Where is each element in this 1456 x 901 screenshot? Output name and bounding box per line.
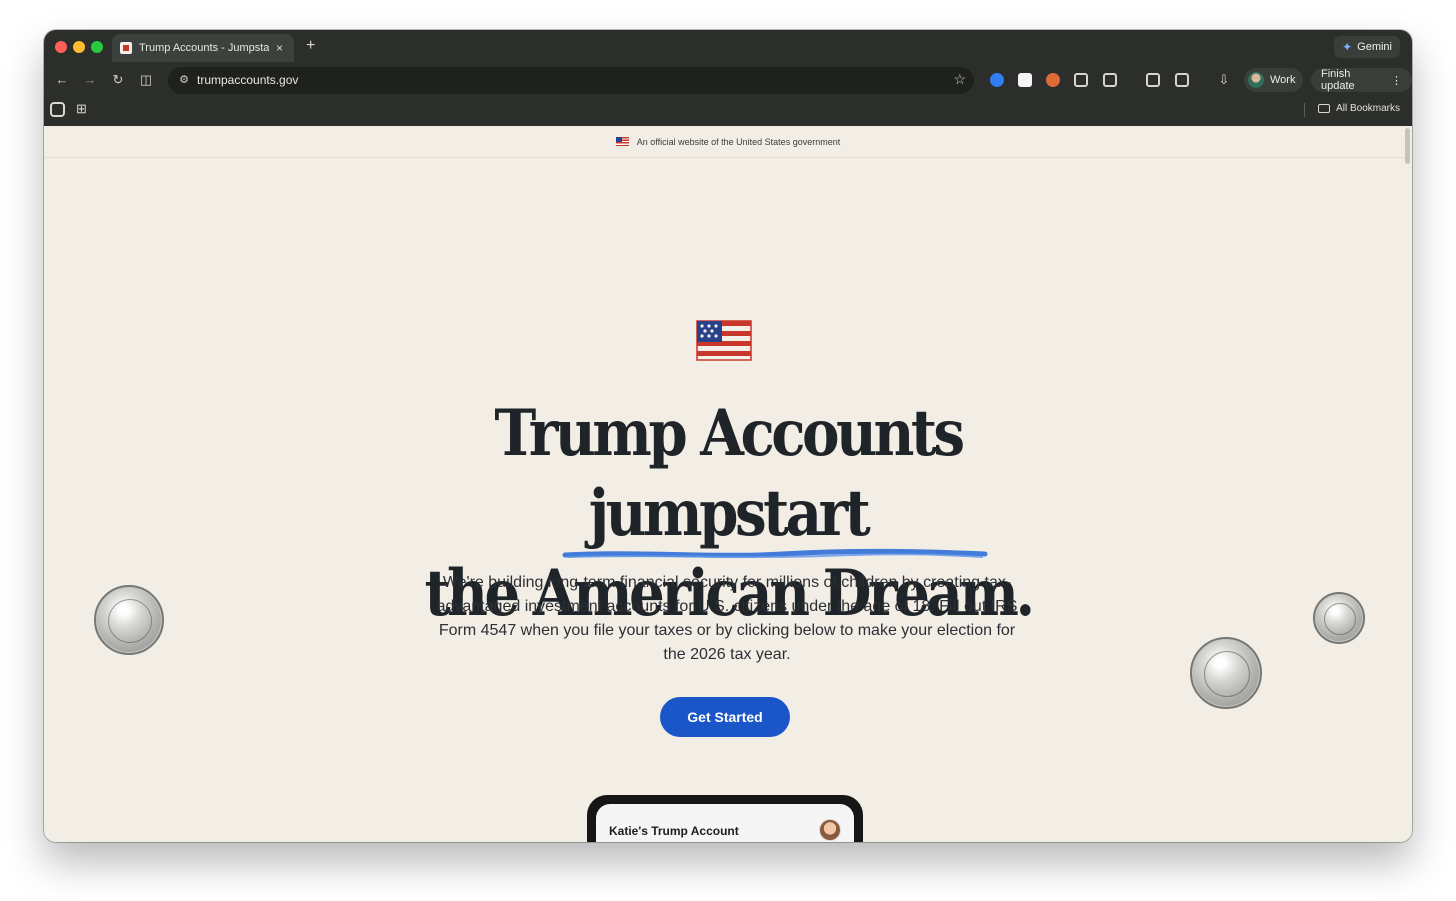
profile-button[interactable]: Work <box>1244 68 1304 92</box>
all-bookmarks-label: All Bookmarks <box>1336 103 1400 114</box>
extensions-puzzle-icon[interactable] <box>1103 73 1117 87</box>
tab-strip: Trump Accounts - Jumpstarti × + ✦ Gemini <box>44 30 1412 62</box>
forward-button[interactable]: → <box>80 70 100 90</box>
all-bookmarks-button[interactable]: All Bookmarks <box>1318 103 1400 114</box>
extension-send-icon[interactable] <box>1074 73 1088 87</box>
child-avatar <box>819 819 841 841</box>
american-flag-icon <box>696 320 752 361</box>
coin-right-large-face <box>1204 651 1250 697</box>
folder-icon <box>1318 104 1331 113</box>
coin-left-face <box>108 599 152 643</box>
coin-right-large-decoration <box>1190 637 1262 709</box>
headline-line-1: Trump Accounts jumpstart <box>494 396 965 551</box>
browser-toolbar: ← → ↻ ◫ ⚙ trumpaccounts.gov ☆ ⇩ Work Fin… <box>44 65 1412 95</box>
coin-left-decoration <box>94 585 164 655</box>
search-panel-icon[interactable] <box>1175 73 1189 87</box>
url-text[interactable]: trumpaccounts.gov <box>197 73 298 87</box>
finish-update-label: Finish update <box>1321 68 1355 92</box>
gemini-button[interactable]: ✦ Gemini <box>1334 36 1400 58</box>
close-tab-icon[interactable]: × <box>276 41 283 55</box>
download-icon[interactable]: ⇩ <box>1214 70 1234 90</box>
bookmarks-divider <box>1304 103 1305 117</box>
reload-button[interactable]: ↻ <box>108 70 128 90</box>
address-bar[interactable]: ⚙ trumpaccounts.gov ☆ <box>168 67 974 94</box>
phone-mockup: Katie's Trump Account <box>587 795 863 842</box>
sidebar-icon[interactable] <box>50 102 65 117</box>
tab-trump-accounts[interactable]: Trump Accounts - Jumpstarti × <box>112 34 294 62</box>
crayon-underline-decoration <box>562 548 988 558</box>
back-button[interactable]: ← <box>52 70 72 90</box>
bookmarks-bar: ⊞ All Bookmarks <box>44 98 1412 124</box>
site-favicon-icon <box>120 42 132 54</box>
browser-chrome: Trump Accounts - Jumpstarti × + ✦ Gemini… <box>44 30 1412 126</box>
maximize-window-button[interactable] <box>91 41 103 53</box>
menu-icon: ⋮ <box>1391 74 1402 87</box>
get-started-button[interactable]: Get Started <box>660 697 790 737</box>
extension-orange-icon[interactable] <box>1046 73 1060 87</box>
coin-right-small-face <box>1324 603 1356 635</box>
tab-title: Trump Accounts - Jumpstarti <box>139 42 269 54</box>
site-settings-icon[interactable]: ⚙ <box>176 72 192 88</box>
hero-description: We're building long-term financial secur… <box>436 574 1018 663</box>
trump-accounts-page: An official website of the United States… <box>44 126 1412 842</box>
new-tab-button[interactable]: + <box>306 37 315 55</box>
gemini-icon: ✦ <box>1342 40 1353 54</box>
split-view-button[interactable]: ◫ <box>136 70 156 90</box>
extension-notion-icon[interactable] <box>1018 73 1032 87</box>
official-notice-text: An official website of the United States… <box>636 136 841 147</box>
browser-window: Trump Accounts - Jumpstarti × + ✦ Gemini… <box>44 30 1412 842</box>
phone-screen: Katie's Trump Account <box>596 804 854 842</box>
extension-blue-icon[interactable] <box>990 73 1004 87</box>
gemini-label: Gemini <box>1357 41 1392 53</box>
profile-label: Work <box>1270 74 1296 86</box>
profile-avatar <box>1248 72 1264 88</box>
page-scrollbar[interactable] <box>1405 128 1410 164</box>
bookmark-star-icon[interactable]: ☆ <box>953 71 966 88</box>
coin-right-small-decoration <box>1313 592 1365 644</box>
finish-update-button[interactable]: Finish update ⋮ <box>1311 68 1412 92</box>
phone-card-title: Katie's Trump Account <box>609 824 739 838</box>
official-government-banner: An official website of the United States… <box>44 126 1412 158</box>
reading-list-icon[interactable] <box>1146 73 1160 87</box>
us-flag-icon <box>615 137 629 146</box>
close-window-button[interactable] <box>55 41 67 53</box>
tab-groups-icon[interactable]: ⊞ <box>76 101 87 117</box>
minimize-window-button[interactable] <box>73 41 85 53</box>
